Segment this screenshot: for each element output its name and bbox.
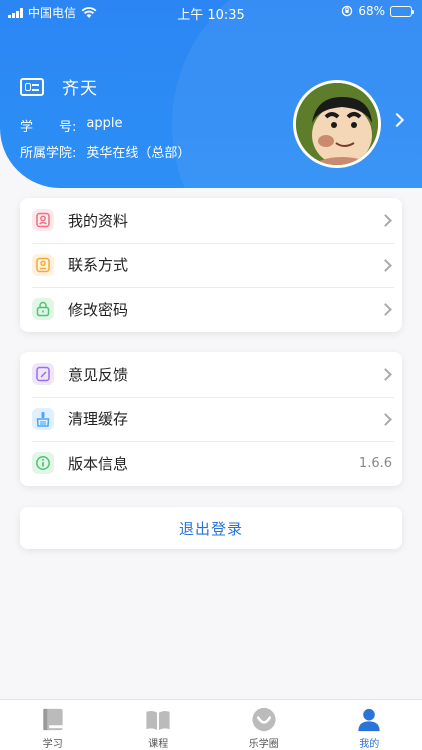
menu-item-clear-cache[interactable]: 清理缓存 [20,396,402,442]
profile-icon [32,209,54,232]
menu-item-label: 版本信息 [68,454,129,473]
chevron-right-icon [379,258,392,272]
battery-percent: 68% [358,4,385,18]
student-id-value: apple [86,116,123,131]
tab-label: 我的 [359,739,380,750]
tab-label: 学习 [42,739,63,750]
college-label: 所属学院: [20,146,77,161]
settings-menu-card: 意见反馈 清理缓存 版本信息 1.6.6 [20,352,402,486]
menu-item-label: 联系方式 [68,256,129,275]
orientation-lock-icon [342,5,353,17]
tab-label: 课程 [148,739,169,750]
tab-study[interactable]: 学习 [0,700,106,750]
info-icon [32,452,54,475]
battery-icon [390,5,414,17]
student-id-line: 学 号: apple [20,116,122,135]
menu-item-label: 清理缓存 [68,410,129,429]
chevron-right-icon [379,303,392,317]
tab-bar: 学习 课程 乐学圈 我的 [0,699,422,750]
tab-courses[interactable]: 课程 [106,700,212,750]
smile-icon [252,707,276,732]
menu-item-label: 意见反馈 [68,365,129,384]
menu-item-label: 修改密码 [68,300,129,319]
status-bar: 中国电信 上午 10:35 68% [0,0,422,24]
college-value: 英华在线（总部） [86,146,191,161]
chevron-right-icon [379,412,392,426]
tab-mine[interactable]: 我的 [317,700,422,750]
lock-icon [32,298,54,321]
avatar[interactable] [293,80,381,168]
user-icon [358,708,380,732]
version-value: 1.6.6 [358,455,392,471]
profile-name: 齐天 [62,79,98,99]
chevron-right-icon [379,214,392,227]
id-card-icon [20,77,44,96]
student-id-label: 学 号: [20,120,77,135]
menu-item-my-profile[interactable]: 我的资料 [20,198,402,243]
tab-label: 乐学圈 [248,739,279,750]
open-book-icon [146,711,170,731]
book-icon [43,708,63,731]
college-line: 所属学院: 英华在线（总部） [20,142,190,161]
menu-item-change-password[interactable]: 修改密码 [20,287,402,332]
menu-item-contact[interactable]: 联系方式 [20,242,402,288]
contact-icon [32,253,54,276]
chevron-right-icon [379,368,392,381]
menu-item-version: 版本信息 1.6.6 [20,441,402,486]
profile-name-row: 齐天 [20,74,98,99]
menu-item-feedback[interactable]: 意见反馈 [20,352,402,397]
tab-circle[interactable]: 乐学圈 [211,700,317,750]
logout-button[interactable]: 退出登录 [20,507,402,549]
feedback-icon [32,363,54,386]
menu-item-label: 我的资料 [68,211,129,230]
account-menu-card: 我的资料 联系方式 修改密码 [20,198,402,332]
broom-icon [32,407,54,430]
